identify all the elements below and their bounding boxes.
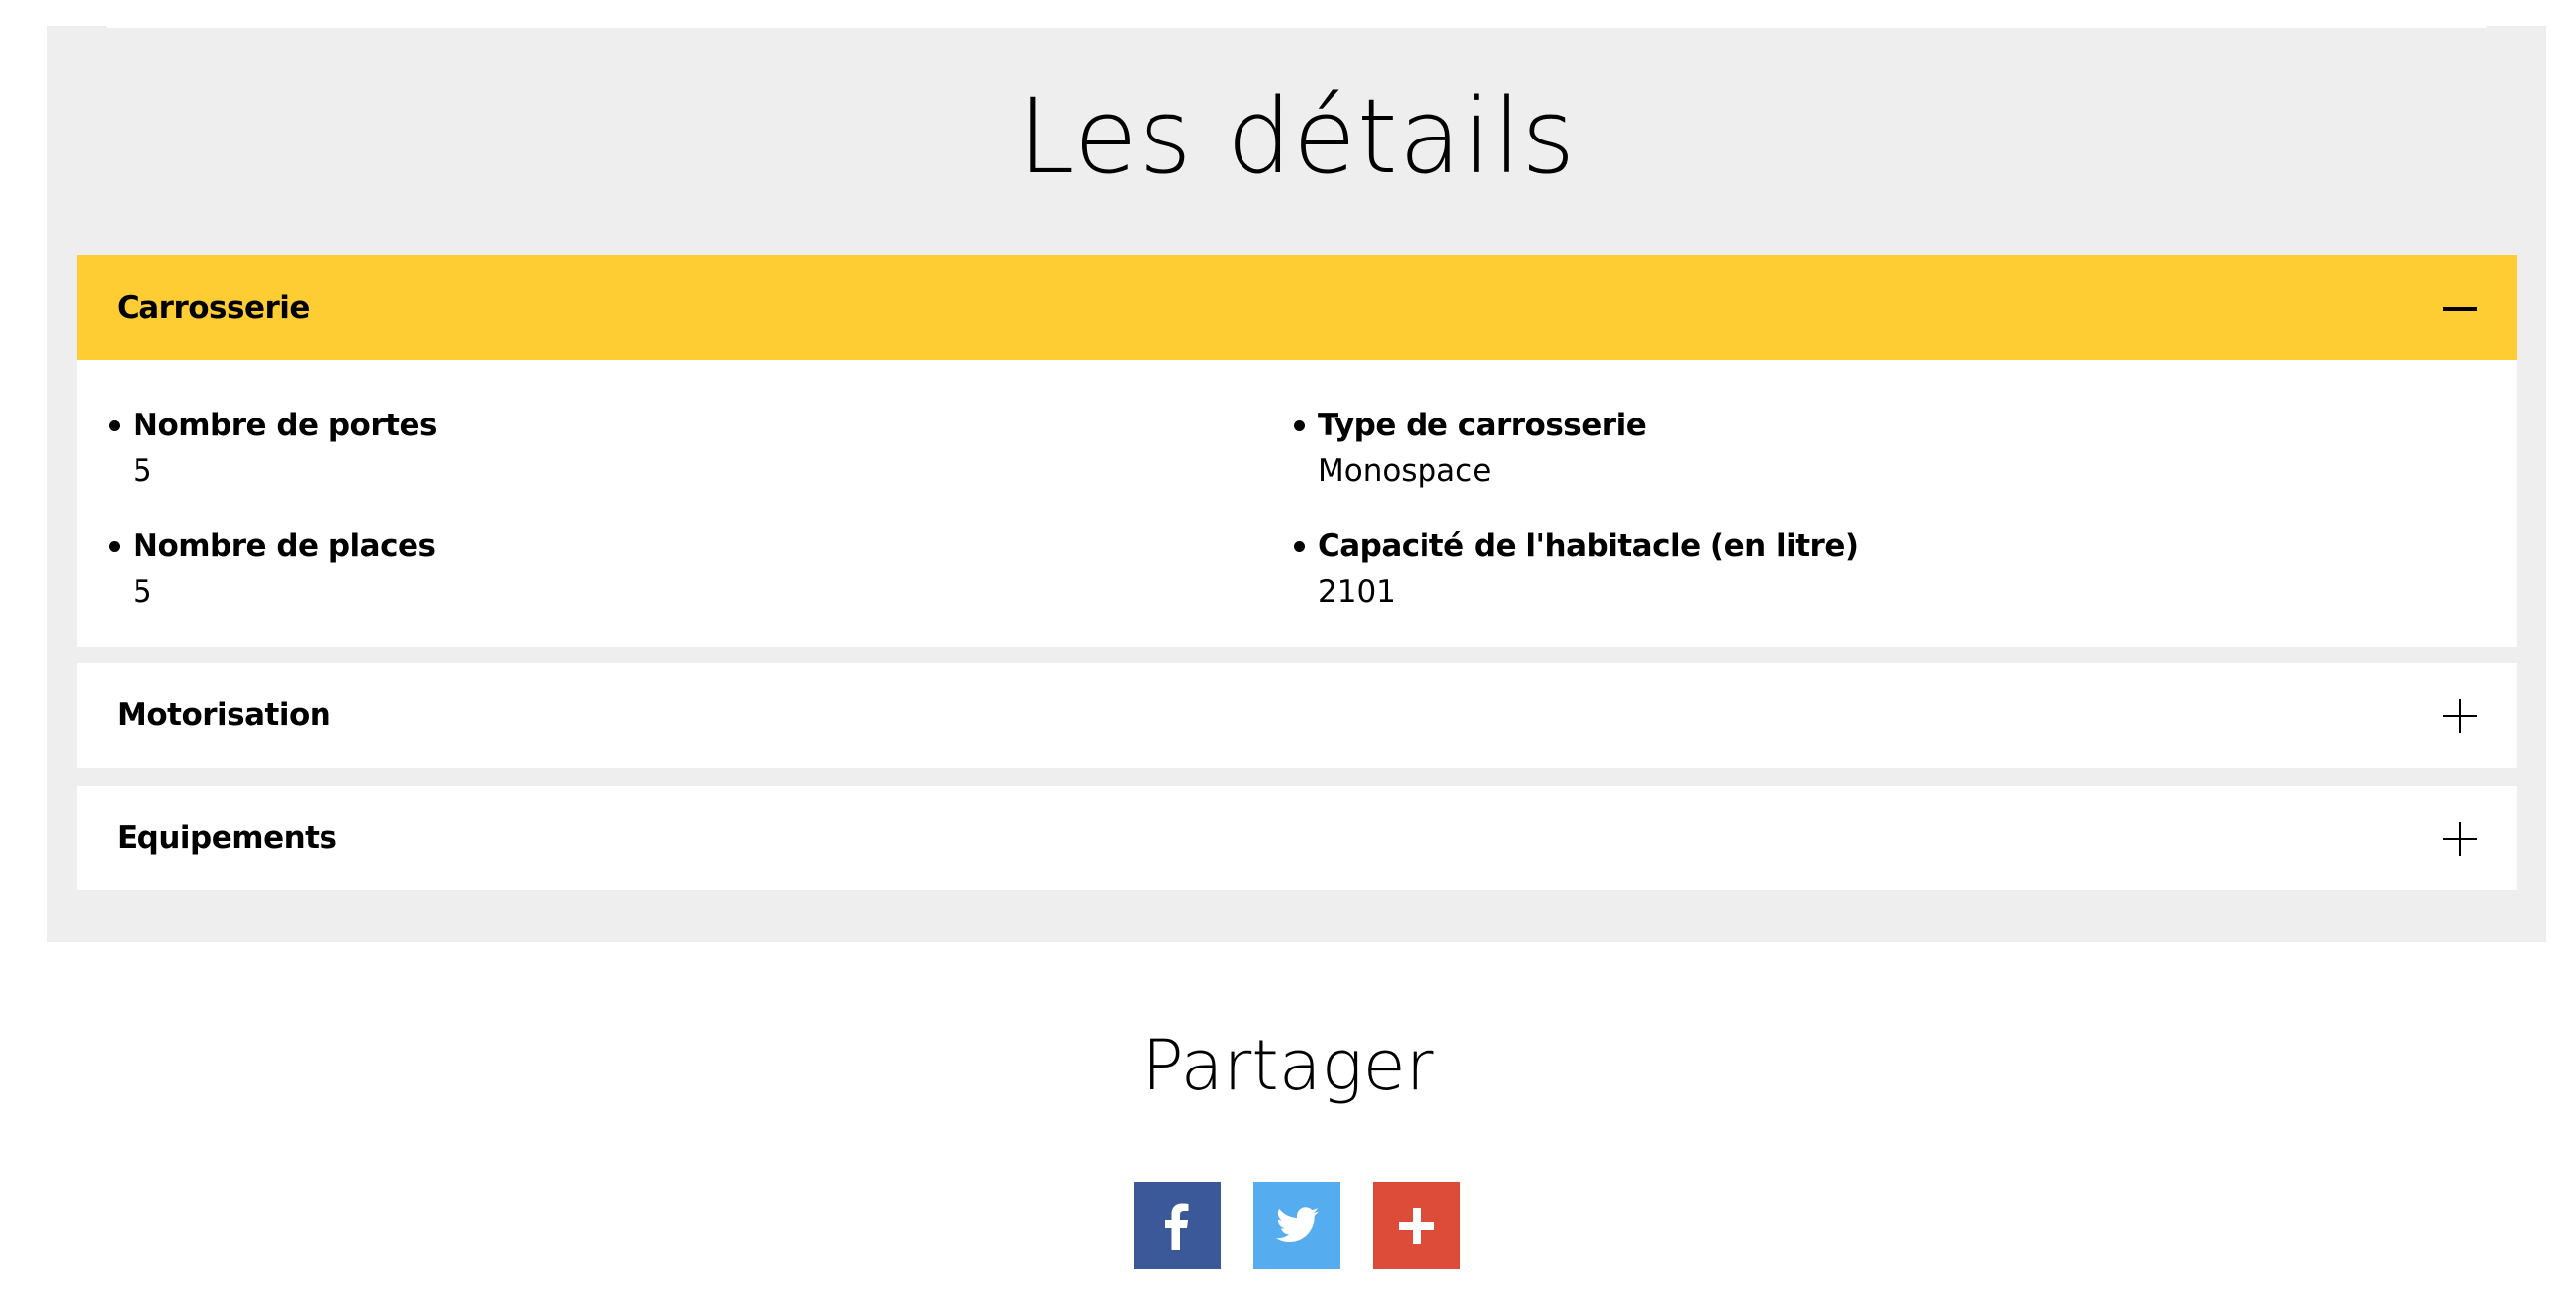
plus-icon[interactable] <box>2443 699 2477 733</box>
share-title: Partager <box>1142 1025 1434 1106</box>
top-divider <box>107 26 2487 28</box>
more-share-button[interactable] <box>1373 1182 1460 1269</box>
accordion-title: Carrosserie <box>117 290 310 325</box>
spec-label: Nombre de places <box>133 528 436 564</box>
accordion-panel-equipements: Equipements <box>77 786 2517 890</box>
spec-value: 2101 <box>1318 574 1396 609</box>
spec-label: Nombre de portes <box>133 408 437 443</box>
share-buttons <box>1134 1182 1460 1269</box>
bullet-icon <box>1294 541 1305 552</box>
accordion-panel-carrosserie: Carrosserie Nombre de portes 5 Nombre de… <box>77 255 2517 647</box>
bullet-icon <box>109 420 120 431</box>
facebook-icon <box>1165 1203 1189 1250</box>
accordion-title: Equipements <box>117 820 337 856</box>
accordion-header-equipements[interactable]: Equipements <box>77 786 2517 890</box>
spec-value: 5 <box>133 574 152 609</box>
details-title: Les détails <box>1017 76 1577 197</box>
details-section: Les détails Carrosserie Nombre de portes… <box>47 26 2546 942</box>
accordion-title: Motorisation <box>117 697 331 733</box>
minus-icon[interactable] <box>2443 292 2477 325</box>
bullet-icon <box>109 541 120 552</box>
bullet-icon <box>1294 420 1305 431</box>
accordion-header-motorisation[interactable]: Motorisation <box>77 663 2517 768</box>
spec-label: Type de carrosserie <box>1318 408 1647 443</box>
facebook-share-button[interactable] <box>1134 1182 1221 1269</box>
plus-icon[interactable] <box>2443 822 2477 856</box>
spec-label: Capacité de l'habitacle (en litre) <box>1318 528 1859 564</box>
spec-value: Monospace <box>1318 453 1492 489</box>
plus-icon <box>1399 1208 1434 1244</box>
accordion-header-carrosserie[interactable]: Carrosserie <box>77 255 2517 360</box>
accordion-panel-motorisation: Motorisation <box>77 663 2517 768</box>
twitter-share-button[interactable] <box>1253 1182 1340 1269</box>
twitter-icon <box>1276 1207 1319 1242</box>
accordion-body-carrosserie: Nombre de portes 5 Nombre de places 5 Ty… <box>77 360 2517 647</box>
spec-value: 5 <box>133 453 152 489</box>
